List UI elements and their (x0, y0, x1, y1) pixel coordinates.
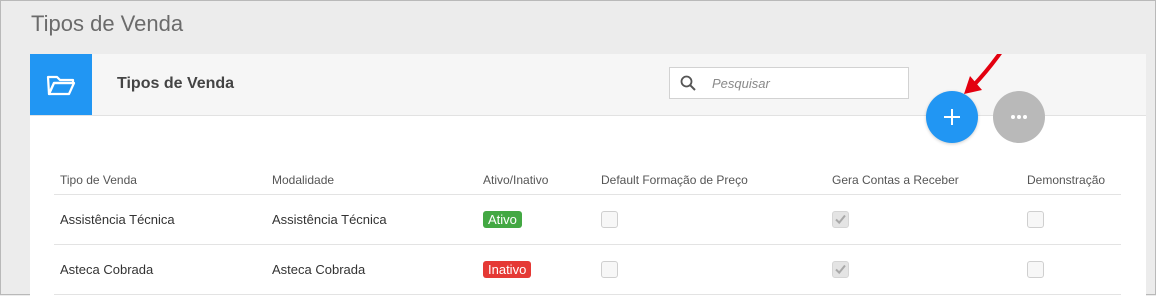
panel-title: Tipos de Venda (117, 75, 235, 92)
column-header-ativo[interactable]: Ativo/Inativo (477, 166, 595, 195)
default-formacao-checkbox[interactable] (601, 261, 618, 279)
modalidade-cell: Assistência Técnica (266, 194, 477, 245)
tipo-venda-link[interactable]: Asteca Cobrada (54, 244, 266, 295)
content-panel: Tipos de Venda Pesquisar Tipo de Venda M… (30, 54, 1146, 296)
plus-icon (944, 109, 960, 125)
column-header-demonstracao[interactable]: Demonstração (1021, 166, 1121, 195)
gera-contas-cell (826, 194, 1021, 245)
table-row[interactable]: Assistência Técnica Assistência Técnica … (54, 194, 1121, 245)
window-frame: Tipos de Venda Tipos de Venda Pesquisar … (0, 0, 1156, 296)
column-header-tipo[interactable]: Tipo de Venda (54, 166, 266, 195)
tipos-venda-table: Tipo de Venda Modalidade Ativo/Inativo D… (54, 166, 1121, 295)
status-cell: Ativo (477, 194, 595, 245)
modalidade-cell: Asteca Cobrada (266, 244, 477, 295)
demonstracao-cell (1021, 194, 1121, 245)
gera-contas-cell (826, 244, 1021, 295)
demonstracao-checkbox[interactable] (1027, 261, 1044, 279)
gera-contas-checkbox[interactable] (832, 211, 849, 229)
demonstracao-checkbox[interactable] (1027, 211, 1044, 229)
demonstracao-cell (1021, 244, 1121, 295)
tipo-venda-link[interactable]: Assistência Técnica (54, 194, 266, 245)
ellipsis-icon (1011, 115, 1027, 119)
column-header-gera-contas[interactable]: Gera Contas a Receber (826, 166, 1021, 195)
default-formacao-cell (595, 244, 826, 295)
search-icon (680, 75, 696, 91)
status-badge: Ativo (483, 211, 522, 228)
page-title: Tipos de Venda (31, 11, 184, 36)
status-badge: Inativo (483, 261, 532, 278)
table-row[interactable]: Asteca Cobrada Asteca Cobrada Inativo (54, 244, 1121, 295)
default-formacao-checkbox[interactable] (601, 211, 618, 229)
column-header-modalidade[interactable]: Modalidade (266, 166, 477, 195)
checkmark-icon (835, 214, 846, 225)
status-cell: Inativo (477, 244, 595, 295)
search-box[interactable] (669, 67, 909, 99)
search-input[interactable] (710, 74, 904, 92)
annotation-arrow-icon (964, 54, 1002, 94)
gera-contas-checkbox[interactable] (832, 261, 849, 279)
table-header-row: Tipo de Venda Modalidade Ativo/Inativo D… (54, 166, 1121, 195)
column-header-default-formacao[interactable]: Default Formação de Preço (595, 166, 826, 195)
checkmark-icon (835, 264, 846, 275)
folder-icon (30, 54, 92, 115)
default-formacao-cell (595, 194, 826, 245)
